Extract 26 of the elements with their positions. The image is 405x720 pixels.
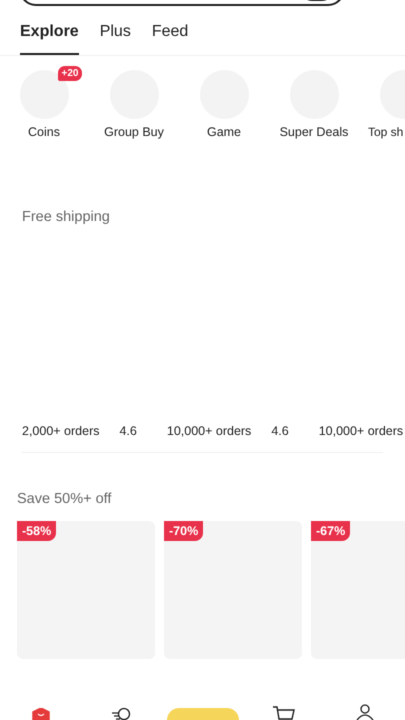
- section-title: Save 50%+ off: [16, 490, 112, 507]
- cart-icon[interactable]: [272, 706, 296, 720]
- category-label[interactable]: Game: [206, 125, 242, 139]
- order-count: 2,000+ orders: [22, 424, 100, 438]
- section-title: Free shipping: [21, 208, 111, 225]
- home-icon[interactable]: [32, 708, 50, 720]
- product-card[interactable]: -70%: [164, 521, 302, 659]
- account-icon[interactable]: [354, 704, 374, 720]
- count-badge: +20: [58, 66, 82, 81]
- rating: 4.6: [119, 424, 137, 438]
- discount-badge: -70%: [164, 521, 204, 541]
- search-icon[interactable]: [110, 707, 132, 720]
- discount-badge: -58%: [17, 521, 56, 541]
- product-card[interactable]: -58%: [17, 521, 155, 659]
- category-label[interactable]: Coins: [28, 125, 60, 139]
- rating: 4.6: [271, 424, 289, 438]
- category-label[interactable]: Super Deals: [280, 125, 348, 139]
- category-label[interactable]: Top sh: [368, 125, 404, 139]
- order-count: 10,000+ orders: [318, 424, 404, 438]
- tab[interactable]: Plus: [100, 23, 131, 53]
- discount-badge: -67%: [311, 521, 350, 541]
- product-card[interactable]: -67%: [311, 521, 405, 659]
- order-count: 10,000+ orders: [166, 424, 252, 438]
- tab[interactable]: Explore: [20, 23, 79, 55]
- category-label[interactable]: Group Buy: [104, 125, 164, 139]
- tab[interactable]: Feed: [152, 23, 188, 53]
